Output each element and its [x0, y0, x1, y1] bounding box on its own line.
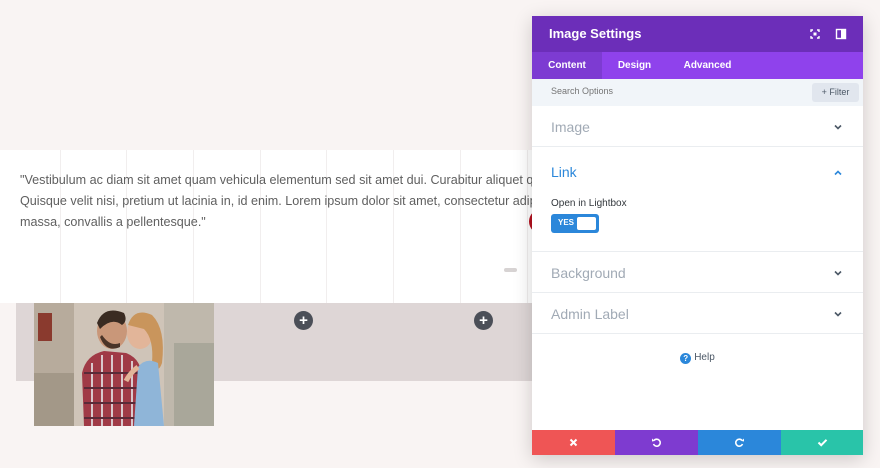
help-link[interactable]: ? Help: [532, 352, 863, 364]
section-image[interactable]: Image: [532, 106, 863, 147]
modal-header[interactable]: Image Settings: [532, 16, 863, 52]
section-link: Link Open in Lightbox YES: [532, 147, 863, 252]
chevron-down-icon: [834, 124, 842, 130]
modal-tabs: Content Design Advanced: [532, 52, 863, 79]
section-link-title[interactable]: Link: [551, 164, 577, 180]
check-icon: [817, 439, 828, 447]
quote-line: Quisque velit nisi, pretium ut lacinia i…: [20, 194, 560, 208]
lightbox-toggle[interactable]: YES: [551, 214, 599, 233]
help-icon: ?: [680, 353, 692, 364]
couple-photo[interactable]: [34, 303, 214, 426]
save-button[interactable]: [781, 430, 863, 455]
modal-title: Image Settings: [549, 26, 642, 41]
section-background-title: Background: [551, 265, 626, 281]
toggle-yes-label: YES: [558, 218, 575, 227]
tab-advanced[interactable]: Advanced: [671, 52, 744, 79]
toggle-knob: [577, 217, 596, 230]
fullscreen-icon[interactable]: [808, 27, 822, 41]
search-options-input[interactable]: [551, 86, 791, 96]
chevron-down-icon: [834, 311, 842, 317]
section-admin-label[interactable]: Admin Label: [532, 293, 863, 334]
chevron-up-icon[interactable]: [833, 168, 843, 178]
image-settings-modal: Image Settings Content Design Advanced +…: [532, 16, 863, 455]
undo-button[interactable]: [615, 430, 698, 455]
open-in-lightbox-label: Open in Lightbox: [551, 198, 627, 209]
add-module-button[interactable]: +: [294, 311, 313, 330]
chevron-down-icon: [834, 270, 842, 276]
sidebar-layout-icon[interactable]: [834, 27, 848, 41]
discard-button[interactable]: [532, 430, 615, 455]
add-module-button[interactable]: +: [474, 311, 493, 330]
quote-line: massa, convallis a pellentesque.": [20, 215, 206, 229]
tab-design[interactable]: Design: [602, 52, 667, 79]
section-background[interactable]: Background: [532, 252, 863, 293]
redo-button[interactable]: [698, 430, 781, 455]
filter-button[interactable]: + Filter: [812, 83, 859, 102]
search-bar: + Filter: [532, 79, 863, 106]
section-image-title: Image: [551, 119, 590, 135]
undo-icon: [652, 438, 662, 447]
help-label: Help: [694, 352, 715, 363]
quote-line: "Vestibulum ac diam sit amet quam vehicu…: [20, 173, 558, 187]
redo-icon: [734, 438, 744, 447]
quote-text[interactable]: "Vestibulum ac diam sit amet quam vehicu…: [20, 170, 560, 233]
tab-content[interactable]: Content: [532, 52, 602, 79]
row-drag-handle[interactable]: [504, 268, 517, 272]
section-admin-label-title: Admin Label: [551, 306, 629, 322]
modal-footer: [532, 430, 863, 455]
close-icon: [569, 438, 578, 447]
